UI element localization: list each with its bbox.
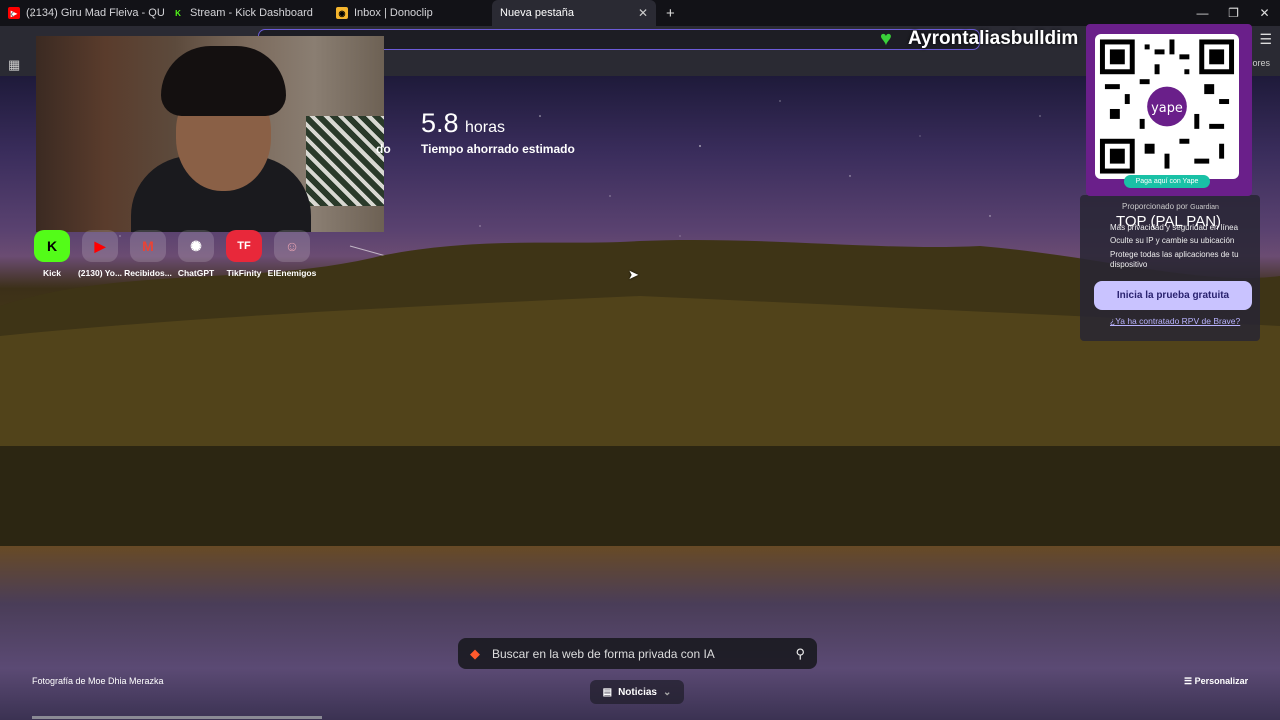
time-saved-value: 5.8: [421, 108, 459, 138]
search-box[interactable]: ◆ Buscar en la web de forma privada con …: [458, 638, 817, 669]
guardian-logo: Guardian: [1190, 204, 1219, 211]
news-label: Noticias: [618, 686, 657, 698]
shortcut-label: (2130) Yo...: [77, 268, 123, 278]
customize-label: Personalizar: [1194, 676, 1249, 686]
heart-icon: ♥: [880, 28, 892, 50]
search-placeholder: Buscar en la web de forma privada con IA: [492, 646, 715, 661]
streamer-name: Ayrontaliasbulldim: [908, 28, 1079, 49]
shortcut-youtube[interactable]: ▶ (2130) Yo...: [76, 230, 124, 278]
back-button[interactable]: ‹: [10, 5, 15, 21]
shortcut-label: Kick: [43, 268, 61, 278]
restore-button[interactable]: ❐: [1218, 0, 1249, 26]
elenemigos-icon: ☺: [274, 230, 310, 262]
shortcut-label: ElEnemigos: [267, 268, 317, 278]
shortcut-label: Recibidos...: [124, 268, 172, 278]
close-tab-icon[interactable]: ✕: [638, 6, 648, 20]
top-sites: K Kick ▶ (2130) Yo... M Recibidos... ✺ C…: [28, 230, 316, 278]
tab-youtube[interactable]: ▶ (2134) Giru Mad Fleiva - QUINCE: [0, 0, 164, 26]
tikfinity-icon: TF: [226, 230, 262, 262]
start-trial-button[interactable]: Inicia la prueba gratuita: [1094, 281, 1252, 310]
shortcut-gmail[interactable]: M Recibidos...: [124, 230, 172, 278]
sliders-icon: ☰: [1184, 676, 1193, 686]
window-controls: — ❐ ✕: [1187, 0, 1280, 26]
shortcut-label: ChatGPT: [177, 268, 215, 278]
shortcut-kick[interactable]: K Kick: [28, 230, 76, 278]
gmail-icon: M: [130, 230, 166, 262]
qr-code-pattern: yape: [1099, 39, 1235, 174]
chatgpt-icon: ✺: [178, 230, 214, 262]
news-button[interactable]: ▤ Noticias ⌄: [590, 680, 684, 704]
chevron-down-icon: ⌄: [662, 686, 672, 698]
news-icon: ▤: [602, 686, 613, 698]
time-saved-unit: horas: [465, 119, 506, 136]
webcam-overlay: [36, 36, 384, 232]
customize-button[interactable]: ☰ Personalizar: [1184, 676, 1248, 687]
search-icon[interactable]: ⚲: [795, 646, 805, 662]
horizontal-scrollbar[interactable]: [32, 716, 322, 719]
tab-kick-dashboard[interactable]: K Stream - Kick Dashboard: [164, 0, 328, 26]
stat-label-fragment: do: [376, 142, 391, 156]
tab-title: Inbox | Donoclip: [354, 7, 433, 19]
new-tab-button[interactable]: +: [666, 5, 675, 22]
tab-new-tab[interactable]: Nueva pestaña ✕: [492, 0, 656, 26]
tab-title: Stream - Kick Dashboard: [190, 7, 313, 19]
vpn-provided-by: Proporcionado por Guardian: [1122, 202, 1219, 211]
yape-logo: yape: [1151, 101, 1183, 116]
kick-icon: K: [34, 230, 70, 262]
minimize-button[interactable]: —: [1187, 0, 1218, 26]
vpn-feature-item: Protege todas las aplicaciones de tu dis…: [1110, 250, 1239, 269]
menu-icon[interactable]: ☰: [1259, 31, 1272, 48]
time-saved-stat: 5.8 horas: [421, 108, 505, 139]
donoclip-icon: ◉: [336, 7, 348, 19]
shortcut-tikfinity[interactable]: TF TikFinity: [220, 230, 268, 278]
vpn-feature-item: Oculte su IP y cambie su ubicación: [1110, 236, 1235, 245]
shortcut-elenemigos[interactable]: ☺ ElEnemigos: [268, 230, 316, 278]
youtube-icon: ▶: [82, 230, 118, 262]
tab-bar: ▶ (2134) Giru Mad Fleiva - QUINCE K Stre…: [0, 0, 1280, 26]
webcam-bed: [306, 116, 384, 206]
yape-pay-label: Paga aquí con Yape: [1124, 175, 1210, 188]
forward-button[interactable]: ›: [30, 5, 35, 21]
already-subscribed-link[interactable]: ¿Ya ha contratado RPV de Brave?: [1110, 316, 1240, 326]
shortcut-label: TikFinity: [226, 268, 262, 278]
shortcut-chatgpt[interactable]: ✺ ChatGPT: [172, 230, 220, 278]
qr-code: yape: [1095, 34, 1239, 179]
apps-grid-icon[interactable]: ▦: [8, 57, 20, 73]
tab-title: (2134) Giru Mad Fleiva - QUINCE: [26, 7, 164, 19]
top-donor-label: TOP (PAL PAN): [1116, 213, 1222, 230]
mouse-cursor-icon: ➤: [628, 267, 639, 282]
time-saved-label: Tiempo ahorrado estimado: [421, 142, 575, 156]
photo-credit[interactable]: Fotografía de Moe Dhia Merazka: [32, 676, 164, 686]
kick-icon: K: [175, 8, 181, 18]
brave-lion-icon: ◆: [470, 645, 480, 661]
tab-donoclip[interactable]: ◉ Inbox | Donoclip: [328, 0, 492, 26]
close-window-button[interactable]: ✕: [1249, 0, 1280, 26]
tab-title: Nueva pestaña: [500, 7, 574, 19]
vpn-provided-by-text: Proporcionado por: [1122, 202, 1188, 211]
webcam-person-hair: [161, 46, 286, 116]
